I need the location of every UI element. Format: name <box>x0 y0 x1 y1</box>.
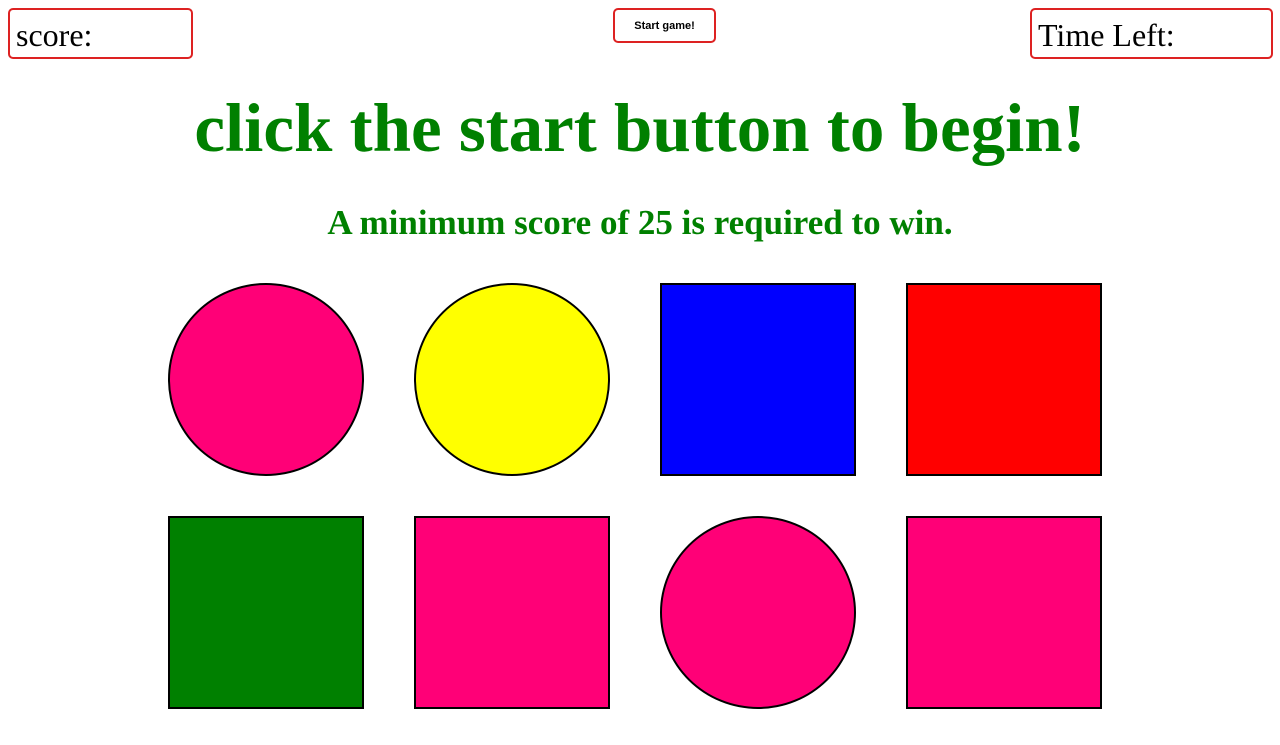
square-tile[interactable] <box>906 283 1102 476</box>
score-label: score: <box>16 17 93 53</box>
square-tile[interactable] <box>168 516 364 709</box>
square-tile[interactable] <box>660 283 856 476</box>
square-tile[interactable] <box>906 516 1102 709</box>
circle-tile[interactable] <box>660 516 856 709</box>
win-requirement-text: A minimum score of 25 is required to win… <box>327 203 953 242</box>
circle-tile[interactable] <box>168 283 364 476</box>
circle-tile[interactable] <box>414 283 610 476</box>
time-left-label: Time Left: <box>1038 17 1175 53</box>
score-display: score: <box>8 8 193 59</box>
game-page: score: Start game! Time Left: click the … <box>0 0 1280 745</box>
instruction-headline: click the start button to begin! <box>194 90 1086 166</box>
square-tile[interactable] <box>414 516 610 709</box>
start-game-button[interactable]: Start game! <box>613 8 716 43</box>
time-left-display: Time Left: <box>1030 8 1273 59</box>
